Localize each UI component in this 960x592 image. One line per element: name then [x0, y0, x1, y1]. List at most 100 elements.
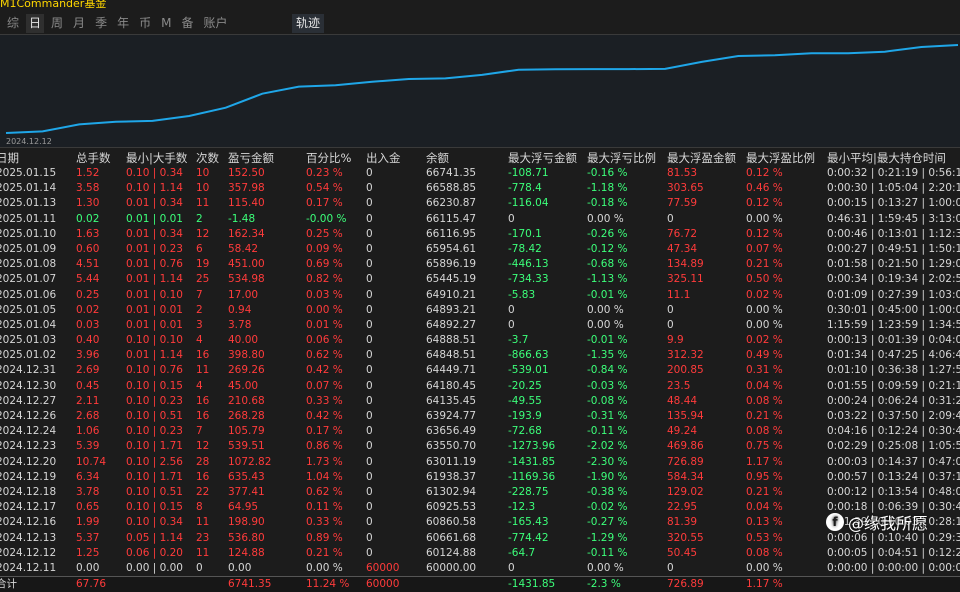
table-row[interactable]: 2025.01.03 0.40 0.10 | 0.10 4 40.00 0.06 % 0 64… [0, 333, 960, 348]
cell-io: 60000 [366, 561, 400, 574]
cell-minmax: 0.10 | 0.34 [126, 167, 183, 179]
cell-flp: -0.02 % [587, 501, 628, 514]
table-row[interactable]: 2024.12.16 1.99 0.10 | 0.34 11 198.90 0.33 % 0… [0, 515, 960, 530]
table-row[interactable]: 2025.01.11 0.02 0.01 | 0.01 2 -1.48 -0.00 % 0 6… [0, 212, 960, 227]
cell-fpp: 0.53 % [746, 531, 783, 544]
cell-flp: -0.11 % [587, 425, 628, 438]
cell-pct: 0.17 % [306, 197, 343, 210]
cell-fp: 11.1 [667, 288, 691, 301]
cell-flp: 0.00 % [587, 212, 624, 225]
tab-notes[interactable]: 备 [178, 14, 196, 33]
cell-io: 0 [366, 531, 373, 544]
tab-track[interactable]: 轨迹 [292, 14, 325, 33]
cell-lots: 0.60 [76, 242, 100, 255]
cell-count: 12 [196, 227, 210, 240]
cell-lots: 0.25 [76, 288, 100, 301]
cell-count: 7 [196, 288, 203, 301]
cell-minmax: 0.01 | 0.76 [126, 258, 183, 271]
cell-bal: 64910.21 [426, 288, 477, 301]
table-row[interactable]: 2025.01.14 3.58 0.10 | 1.14 10 357.98 0.54 % 0… [0, 181, 960, 196]
table-row[interactable]: 2025.01.06 0.25 0.01 | 0.10 7 17.00 0.03 % 0 64… [0, 288, 960, 303]
column-header-fp: 最大浮盈金额 [667, 151, 736, 165]
table-row[interactable]: 2024.12.27 2.11 0.10 | 0.23 16 210.68 0.33 % 0… [0, 394, 960, 409]
table-row[interactable]: 2025.01.07 5.44 0.01 | 1.14 25 534.98 0.82 % 0… [0, 272, 960, 287]
cell-date: 2024.12.17 [0, 501, 57, 514]
table-row[interactable]: 2025.01.13 1.30 0.01 | 0.34 11 115.40 0.17 % 0… [0, 196, 960, 211]
cell-fl: 0 [508, 561, 515, 574]
table-row[interactable]: 2024.12.24 1.06 0.10 | 0.23 7 105.79 0.17 % 0 6… [0, 424, 960, 439]
table-row[interactable]: 2024.12.30 0.45 0.10 | 0.15 4 45.00 0.07 % 0 64… [0, 379, 960, 394]
cell-pnl: 536.80 [228, 531, 265, 544]
cell-pct: 0.89 % [306, 531, 343, 544]
table-row[interactable]: 2025.01.15 1.52 0.10 | 0.34 10 152.50 0.23 % 0… [0, 166, 960, 181]
table-row[interactable]: 2024.12.17 0.65 0.10 | 0.15 8 64.95 0.11 % 0 60… [0, 500, 960, 515]
tab-quarter[interactable]: 季 [92, 14, 110, 33]
table-row[interactable]: 2025.01.09 0.60 0.01 | 0.23 6 58.42 0.09 % 0 65… [0, 242, 960, 257]
table-row[interactable]: 2024.12.31 2.69 0.10 | 0.76 11 269.26 0.42 % 0… [0, 363, 960, 378]
cell-time: 0:30:01 | 0:45:00 | 1:00:00 [827, 303, 960, 316]
tab-summary[interactable]: 综 [4, 14, 22, 33]
tab-day[interactable]: 日 [26, 14, 45, 33]
total-io: 60000 [366, 578, 400, 591]
cell-fpp: 0.21 % [746, 258, 783, 271]
tab-year[interactable]: 年 [114, 14, 132, 33]
cell-time: 0:00:30 | 1:05:04 | 2:20:16 [827, 182, 960, 195]
cell-count: 11 [196, 516, 210, 529]
table-row[interactable]: 2024.12.12 1.25 0.06 | 0.20 11 124.88 0.21 % 0… [0, 546, 960, 561]
cell-count: 23 [196, 531, 210, 544]
table-row[interactable]: 2025.01.08 4.51 0.01 | 0.76 19 451.00 0.69 % 0… [0, 257, 960, 272]
table-row[interactable]: 2025.01.10 1.63 0.01 | 0.34 12 162.34 0.25 % 0… [0, 227, 960, 242]
cell-fl: -734.33 [508, 273, 549, 286]
cell-io: 0 [366, 485, 373, 498]
cell-lots: 0.40 [76, 334, 100, 347]
total-float-loss-pct: -2.3 % [587, 578, 621, 591]
cell-lots: 0.02 [76, 303, 100, 316]
cell-fl: -165.43 [508, 516, 549, 529]
cell-time: 0:01:10 | 0:36:38 | 1:27:56 [827, 364, 960, 377]
table-row[interactable]: 2024.12.26 2.68 0.10 | 0.51 16 268.28 0.42 % 0… [0, 409, 960, 424]
cell-minmax: 0.10 | 0.15 [126, 501, 183, 514]
equity-chart-svg [5, 44, 959, 134]
table-row[interactable]: 2025.01.02 3.96 0.01 | 1.14 16 398.80 0.62 % 0… [0, 348, 960, 363]
cell-fl: -1431.85 [508, 455, 556, 468]
table-row[interactable]: 2024.12.11 0.00 0.00 | 0.00 0 0.00 0.00 % 6000… [0, 561, 960, 576]
cell-bal: 60860.58 [426, 516, 477, 529]
cell-fp: 76.72 [667, 227, 698, 240]
cell-pct: 0.42 % [306, 364, 343, 377]
table-row[interactable]: 2024.12.20 10.74 0.10 | 2.56 28 1072.82 1.73 … [0, 455, 960, 470]
cell-bal: 63656.49 [426, 425, 477, 438]
cell-minmax: 0.01 | 0.34 [126, 197, 183, 210]
cell-count: 12 [196, 440, 210, 453]
cell-io: 0 [366, 167, 373, 179]
tab-week[interactable]: 周 [48, 14, 66, 33]
cell-flp: -0.08 % [587, 394, 628, 407]
table-row[interactable]: 2025.01.05 0.02 0.01 | 0.01 2 0.94 0.00 % 0 648… [0, 303, 960, 318]
tab-month[interactable]: 月 [70, 14, 88, 33]
table-row[interactable]: 2024.12.19 6.34 0.10 | 1.71 16 635.43 1.04 % 0… [0, 470, 960, 485]
tab-account[interactable]: 账户 [200, 14, 230, 33]
cell-fl: -64.7 [508, 546, 536, 559]
cell-pct: 1.73 % [306, 455, 343, 468]
cell-count: 6 [196, 242, 203, 255]
column-header-bal: 余额 [426, 151, 449, 165]
cell-lots: 0.65 [76, 501, 100, 514]
cell-time: 0:00:03 | 0:14:37 | 0:47:04 [827, 455, 960, 468]
cell-fpp: 0.12 % [746, 167, 783, 179]
cell-date: 2024.12.31 [0, 364, 57, 377]
tab-currency[interactable]: 币 [136, 14, 154, 33]
tab-m[interactable]: M [158, 14, 174, 33]
table-row[interactable]: 2024.12.23 5.39 0.10 | 1.71 12 539.51 0.86 % 0… [0, 439, 960, 454]
cell-fl: -108.71 [508, 167, 549, 179]
cell-time: 0:00:32 | 0:21:19 | 0:56:11 [827, 167, 960, 179]
cell-time: 0:01:58 | 0:21:50 | 1:29:02 [827, 258, 960, 271]
cell-io: 0 [366, 334, 373, 347]
table-row[interactable]: 2024.12.18 3.78 0.10 | 0.51 22 377.41 0.62 % 0… [0, 485, 960, 500]
cell-fp: 303.65 [667, 182, 704, 195]
cell-fpp: 0.12 % [746, 197, 783, 210]
cell-flp: -0.01 % [587, 288, 628, 301]
table-row[interactable]: 2024.12.13 5.37 0.05 | 1.14 23 536.80 0.89 % 0… [0, 531, 960, 546]
cell-flp: -0.26 % [587, 227, 628, 240]
table-row[interactable]: 2025.01.04 0.03 0.01 | 0.01 3 3.78 0.01 % 0 648… [0, 318, 960, 333]
total-float-profit: 726.89 [667, 578, 704, 591]
cell-flp: -1.29 % [587, 531, 628, 544]
